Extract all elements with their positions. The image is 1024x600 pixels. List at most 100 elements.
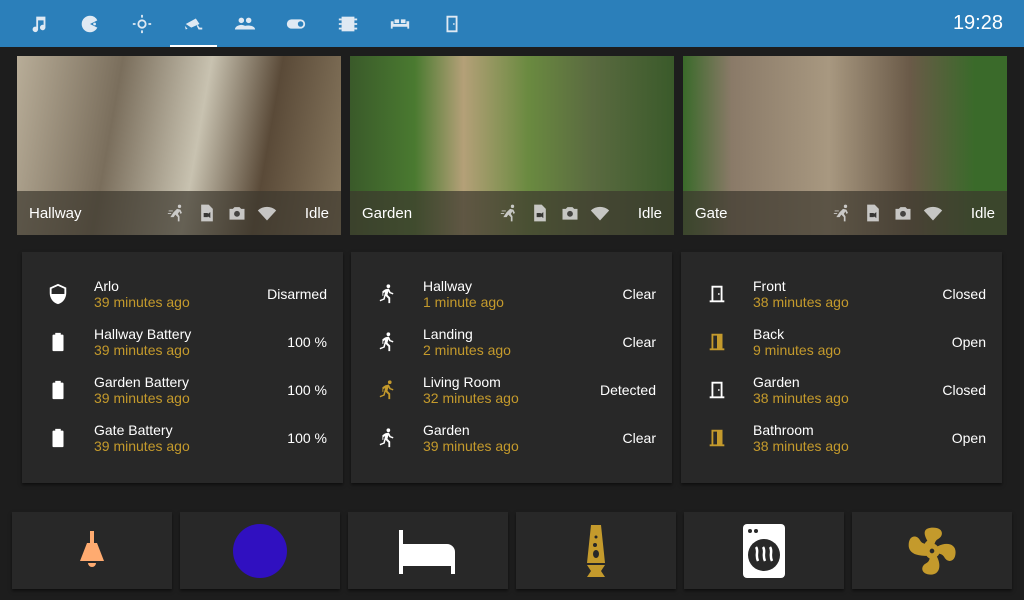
motion-icon[interactable] — [500, 203, 520, 223]
last-changed: 9 minutes ago — [753, 342, 841, 358]
people-icon — [234, 17, 255, 29]
tab-memory[interactable] — [324, 0, 371, 47]
entity-state: Open — [951, 430, 986, 446]
entity-row[interactable]: Front 38 minutes ago Closed — [681, 274, 1002, 314]
video-file-icon[interactable] — [197, 203, 217, 223]
tab-toggle[interactable] — [272, 0, 319, 47]
tab-music[interactable] — [15, 0, 62, 47]
fan-button[interactable] — [852, 512, 1012, 589]
entity-name: Living Room — [423, 374, 501, 390]
top-bar: 19:28 — [0, 0, 1024, 47]
last-changed: 38 minutes ago — [753, 294, 849, 310]
entity-name: Hallway Battery — [94, 326, 192, 342]
entity-name: Hallway — [423, 278, 473, 294]
run-icon — [351, 379, 423, 401]
camera-icon[interactable] — [893, 203, 913, 223]
entity-state: 100 % — [287, 430, 327, 446]
sofa-icon — [390, 18, 409, 29]
door-icon — [446, 15, 457, 32]
music-icon — [32, 16, 45, 32]
entity-name: Arlo — [94, 278, 119, 294]
video-file-icon[interactable] — [863, 203, 883, 223]
entity-row[interactable]: Garden 39 minutes ago Clear — [351, 418, 672, 458]
wifi-icon — [257, 206, 276, 221]
entity-name: Garden — [423, 422, 470, 438]
bed-button[interactable] — [348, 512, 508, 589]
tumble-dryer-icon — [743, 523, 785, 578]
camera-hallway[interactable]: Hallway Idle — [17, 56, 341, 235]
motion-icon[interactable] — [833, 203, 853, 223]
entity-state: Detected — [599, 382, 656, 398]
entity-name: Back — [753, 326, 785, 342]
battery-icon — [22, 379, 94, 401]
bed-icon — [399, 529, 455, 574]
tab-door[interactable] — [428, 0, 475, 47]
last-changed: 39 minutes ago — [94, 438, 190, 454]
entity-state: Clear — [622, 286, 656, 302]
entity-row[interactable]: Arlo 39 minutes ago Disarmed — [22, 274, 343, 314]
tab-pacman[interactable] — [66, 0, 113, 47]
entity-state: 100 % — [287, 382, 327, 398]
toggle-icon — [286, 18, 305, 29]
last-changed: 39 minutes ago — [94, 390, 190, 406]
tab-brightness[interactable] — [118, 0, 165, 47]
last-changed: 39 minutes ago — [423, 438, 519, 454]
entity-state: Clear — [622, 430, 656, 446]
camera-status: Idle — [637, 204, 662, 222]
entity-row[interactable]: Living Room 32 minutes ago Detected — [351, 370, 672, 410]
tab-people[interactable] — [221, 0, 268, 47]
camera-icon[interactable] — [560, 203, 580, 223]
bulb-circle-icon — [233, 523, 287, 578]
entity-row[interactable]: Garden Battery 39 minutes ago 100 % — [22, 370, 343, 410]
entity-name: Gate Battery — [94, 422, 173, 438]
camera-gate[interactable]: Gate Idle — [683, 56, 1007, 235]
door-closed-icon — [681, 283, 753, 305]
entity-state: Disarmed — [267, 286, 327, 302]
entity-row[interactable]: Hallway 1 minute ago Clear — [351, 274, 672, 314]
entity-state: Closed — [942, 382, 986, 398]
memory-icon — [338, 16, 357, 31]
entity-row[interactable]: Garden 38 minutes ago Closed — [681, 370, 1002, 410]
camera-icon[interactable] — [227, 203, 247, 223]
video-file-icon[interactable] — [530, 203, 550, 223]
lava-lamp-button[interactable] — [516, 512, 676, 589]
camera-garden[interactable]: Garden Idle — [350, 56, 674, 235]
camera-status: Idle — [304, 204, 329, 222]
tab-sofa[interactable] — [376, 0, 423, 47]
tab-cctv[interactable] — [170, 0, 217, 47]
entity-state: Closed — [942, 286, 986, 302]
last-changed: 32 minutes ago — [423, 390, 519, 406]
entity-row[interactable]: Bathroom 38 minutes ago Open — [681, 418, 1002, 458]
entity-state: Open — [951, 334, 986, 350]
last-changed: 1 minute ago — [423, 294, 504, 310]
entity-row[interactable]: Gate Battery 39 minutes ago 100 % — [22, 418, 343, 458]
door-open-icon — [681, 331, 753, 353]
color-bulb-button[interactable] — [180, 512, 340, 589]
door-closed-icon — [681, 379, 753, 401]
camera-name: Gate — [695, 204, 728, 222]
entity-row[interactable]: Back 9 minutes ago Open — [681, 322, 1002, 362]
entity-state: 100 % — [287, 334, 327, 350]
last-changed: 2 minutes ago — [423, 342, 511, 358]
brightness-icon — [132, 14, 151, 33]
wifi-icon — [923, 206, 942, 221]
entity-name: Garden — [753, 374, 800, 390]
battery-icon — [22, 427, 94, 449]
entity-name: Garden Battery — [94, 374, 189, 390]
entity-name: Bathroom — [753, 422, 814, 438]
battery-icon — [22, 331, 94, 353]
last-changed: 38 minutes ago — [753, 438, 849, 454]
last-changed: 39 minutes ago — [94, 342, 190, 358]
last-changed: 39 minutes ago — [94, 294, 190, 310]
motion-icon[interactable] — [167, 203, 187, 223]
cctv-icon — [184, 18, 202, 29]
entity-name: Front — [753, 278, 786, 294]
door-open-icon — [681, 427, 753, 449]
entity-state: Clear — [622, 334, 656, 350]
tumble-dryer-button[interactable] — [684, 512, 844, 589]
fan-icon — [908, 527, 956, 575]
ceiling-light-button[interactable] — [12, 512, 172, 589]
last-changed: 38 minutes ago — [753, 390, 849, 406]
entity-row[interactable]: Landing 2 minutes ago Clear — [351, 322, 672, 362]
entity-row[interactable]: Hallway Battery 39 minutes ago 100 % — [22, 322, 343, 362]
